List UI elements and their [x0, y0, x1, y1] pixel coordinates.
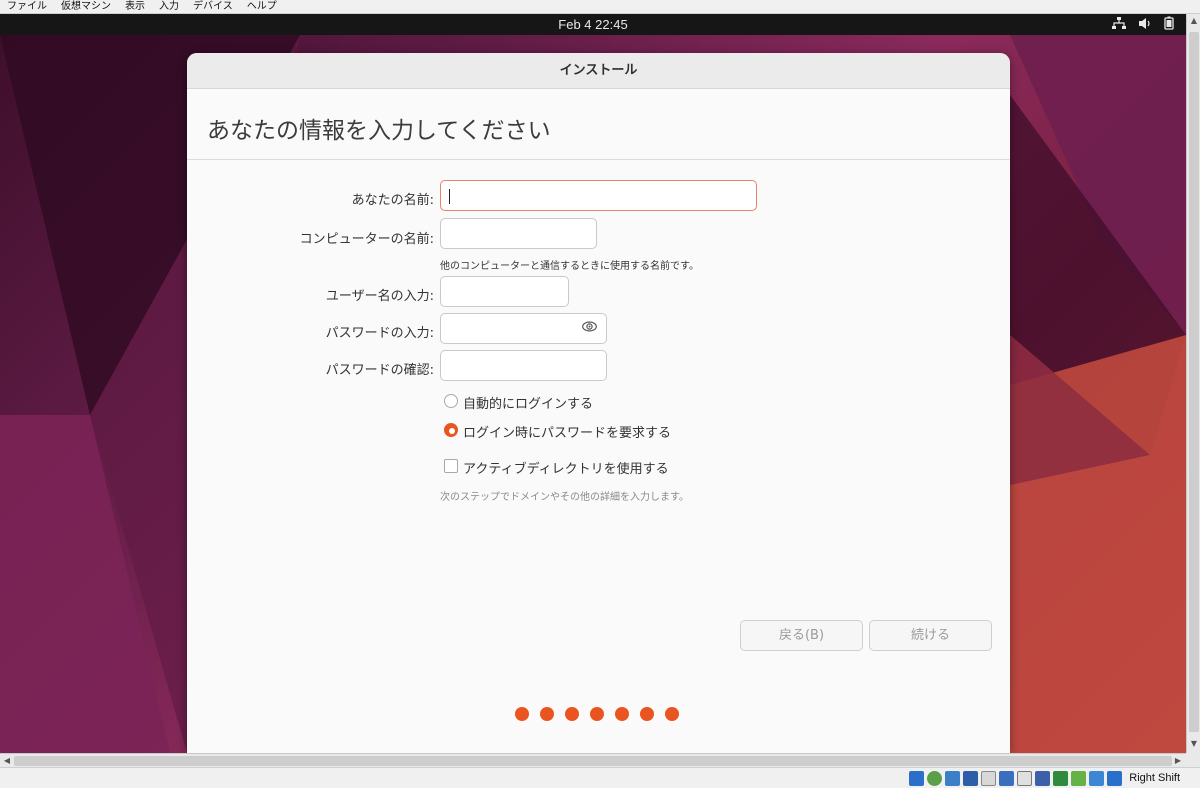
cpu-icon[interactable] — [1071, 770, 1087, 786]
your-name-input[interactable] — [440, 180, 757, 211]
page-header: あなたの情報を入力してください — [187, 89, 1010, 160]
keyboard-capture-icon[interactable] — [1107, 770, 1123, 786]
shared-folder-icon[interactable] — [999, 770, 1015, 786]
progress-dot — [665, 707, 679, 721]
require-password-radio[interactable] — [444, 423, 458, 437]
active-directory-label[interactable]: アクティブディレクトリを使用する — [463, 458, 669, 477]
password-label: パスワードの入力: — [325, 326, 434, 341]
host-menubar: ファイル 仮想マシン 表示 入力 デバイス ヘルプ — [0, 0, 1200, 14]
computer-name-label: コンピューターの名前: — [299, 232, 434, 247]
page-title: あなたの情報を入力してください — [207, 118, 551, 144]
volume-icon[interactable] — [1138, 17, 1152, 33]
vertical-scrollbar[interactable]: ▲ ▼ — [1186, 14, 1200, 753]
screen-icon[interactable] — [1035, 770, 1051, 786]
clock[interactable]: Feb 4 22:45 — [0, 14, 1186, 35]
progress-dot — [515, 707, 529, 721]
progress-dot — [640, 707, 654, 721]
battery-icon[interactable] — [1164, 16, 1174, 33]
recording-icon[interactable] — [1053, 770, 1069, 786]
progress-dot — [615, 707, 629, 721]
computer-name-input[interactable] — [440, 218, 597, 249]
scroll-left-icon[interactable]: ◀ — [2, 756, 12, 766]
active-directory-checkbox[interactable] — [444, 459, 458, 473]
menu-devices[interactable]: デバイス — [186, 0, 240, 14]
network-icon[interactable] — [1112, 16, 1126, 33]
menu-help[interactable]: ヘルプ — [240, 0, 284, 14]
network-adapter-icon[interactable] — [963, 770, 979, 786]
scroll-right-icon[interactable]: ▶ — [1173, 756, 1183, 766]
scroll-down-icon[interactable]: ▼ — [1189, 739, 1199, 749]
menu-input[interactable]: 入力 — [152, 0, 186, 14]
auto-login-radio[interactable] — [444, 394, 458, 408]
hard-disk-icon[interactable] — [909, 770, 925, 786]
back-button[interactable]: 戻る(B) — [740, 620, 863, 651]
progress-dot — [565, 707, 579, 721]
continue-button[interactable]: 続ける — [869, 620, 992, 651]
host-statusbar: Right Shift — [0, 767, 1200, 788]
vertical-scroll-thumb[interactable] — [1189, 32, 1199, 732]
username-label: ユーザー名の入力: — [325, 289, 434, 304]
scrollbar-corner — [1186, 753, 1200, 767]
horizontal-scrollbar[interactable]: ◀ ▶ — [0, 753, 1186, 767]
guest-topbar: Feb 4 22:45 — [0, 14, 1186, 35]
window-title: インストール — [187, 53, 1010, 89]
menu-machine[interactable]: 仮想マシン — [54, 0, 118, 14]
confirm-password-input[interactable] — [440, 350, 607, 381]
horizontal-scroll-thumb[interactable] — [14, 756, 1172, 766]
active-directory-hint: 次のステップでドメインやその他の詳細を入力します。 — [440, 492, 689, 503]
username-input[interactable] — [440, 276, 569, 307]
system-tray[interactable] — [1112, 16, 1174, 33]
computer-name-hint: 他のコンピューターと通信するときに使用する名前です。 — [440, 261, 699, 272]
show-password-icon[interactable] — [582, 321, 597, 336]
progress-dots — [515, 707, 679, 721]
optical-drive-icon[interactable] — [927, 770, 943, 786]
menu-view[interactable]: 表示 — [118, 0, 152, 14]
auto-login-label[interactable]: 自動的にログインする — [463, 393, 593, 412]
password-input[interactable] — [440, 313, 607, 344]
progress-dot — [590, 707, 604, 721]
your-name-label: あなたの名前: — [351, 193, 434, 208]
confirm-password-label: パスワードの確認: — [325, 363, 434, 378]
mouse-integration-icon[interactable] — [1089, 770, 1105, 786]
text-caret — [449, 189, 450, 204]
progress-dot — [540, 707, 554, 721]
menu-file[interactable]: ファイル — [0, 0, 54, 14]
usb-icon[interactable] — [981, 770, 997, 786]
host-key-label[interactable]: Right Shift — [1129, 772, 1180, 784]
require-password-label[interactable]: ログイン時にパスワードを要求する — [463, 422, 671, 441]
scroll-up-icon[interactable]: ▲ — [1189, 16, 1199, 26]
installer-window: インストール あなたの情報を入力してください あなたの名前: コンピューターの名… — [187, 53, 1010, 753]
display-icon[interactable] — [1017, 770, 1033, 786]
audio-icon[interactable] — [945, 770, 961, 786]
